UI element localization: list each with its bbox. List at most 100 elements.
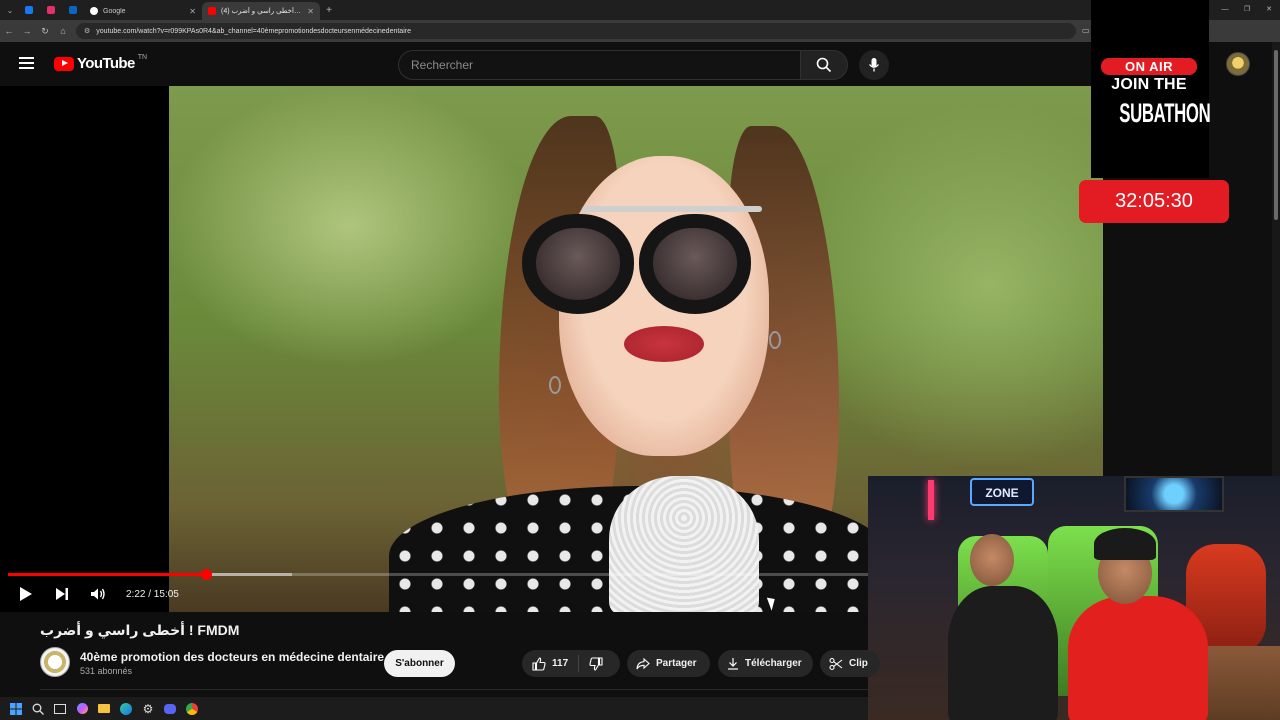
share-label: Partager (656, 658, 697, 669)
video-content (582, 206, 762, 212)
channel-avatar[interactable] (40, 647, 70, 677)
download-icon (728, 658, 738, 670)
tab-title: (4) أخطى راسي و أضرب ! FMDM - YouTube (221, 8, 302, 15)
tab-search-icon[interactable]: ⌄ (2, 2, 18, 18)
browser-tab-bar: ⌄ Google ✕ (4) أخطى راسي و أضرب ! FMDM -… (0, 0, 1280, 20)
windows-start-icon[interactable] (8, 701, 24, 717)
webcam-neon (928, 480, 934, 520)
video-content (522, 214, 634, 314)
video-content (624, 326, 704, 362)
progress-played (8, 573, 206, 576)
channel-name[interactable]: 40ème promotion des docteurs en médecine… (80, 650, 384, 664)
home-icon[interactable]: ⌂ (54, 26, 72, 36)
clip-button[interactable]: Clip (820, 650, 880, 677)
subscribe-button[interactable]: S'abonner (384, 650, 455, 677)
webcam-person (970, 534, 1014, 586)
restore-icon[interactable]: ❐ (1236, 0, 1258, 20)
webcam-sign: ZONE (970, 478, 1034, 506)
player-controls: 2:22 / 15:05 (0, 582, 179, 606)
logo-text: YouTube (77, 55, 135, 72)
settings-icon[interactable]: ⚙ (140, 701, 156, 717)
video-title: أخطى راسي و أضرب ! FMDM (40, 622, 240, 638)
scissors-icon (829, 657, 843, 670)
next-button[interactable] (44, 582, 80, 606)
menu-icon[interactable] (19, 57, 34, 69)
window-controls: — ❐ ✕ (1214, 0, 1280, 20)
download-label: Télécharger (745, 658, 802, 669)
voice-search-button[interactable] (859, 50, 889, 80)
volume-button[interactable] (80, 582, 116, 606)
url-field[interactable]: ⚙ youtube.com/watch?v=r099KPAs0R4&ab_cha… (76, 23, 1076, 39)
tab-title: Google (103, 7, 126, 15)
like-dislike-group: 117 (522, 650, 620, 677)
webcam-screen (1124, 476, 1224, 512)
pinned-tab-linkedin[interactable] (62, 0, 84, 20)
pinned-tab-facebook[interactable] (18, 0, 40, 20)
url-text: youtube.com/watch?v=r099KPAs0R4&ab_chann… (96, 27, 411, 35)
clip-label: Clip (849, 658, 868, 669)
volume-icon (91, 588, 105, 600)
skip-next-icon (56, 588, 68, 600)
download-button[interactable]: Télécharger (718, 650, 813, 677)
minimize-icon[interactable]: — (1214, 0, 1236, 20)
search-input[interactable] (398, 50, 800, 80)
thumbs-up-icon (532, 656, 546, 671)
youtube-logo[interactable]: YouTube TN (54, 54, 148, 72)
webcam-person (1068, 596, 1208, 720)
dislike-button[interactable] (579, 656, 603, 671)
search-icon (816, 57, 832, 73)
close-icon[interactable]: ✕ (189, 7, 196, 16)
reload-icon[interactable]: ↻ (36, 26, 54, 37)
webcam-person (1094, 528, 1156, 560)
like-button[interactable]: 117 (522, 655, 580, 672)
like-count: 117 (552, 658, 569, 669)
task-view-icon[interactable] (52, 701, 68, 717)
account-avatar[interactable] (1226, 52, 1250, 76)
close-window-icon[interactable]: ✕ (1258, 0, 1280, 20)
copilot-icon[interactable] (74, 701, 90, 717)
progress-scrubber[interactable] (200, 569, 212, 580)
thumbs-down-icon (589, 656, 603, 671)
youtube-icon (208, 7, 216, 15)
pinned-tab-instagram[interactable] (40, 0, 62, 20)
forward-icon[interactable]: → (18, 26, 36, 36)
webcam-person (948, 586, 1058, 720)
tab-youtube[interactable]: (4) أخطى راسي و أضرب ! FMDM - YouTube ✕ (202, 2, 320, 20)
logo-region: TN (137, 54, 148, 61)
address-bar: ← → ↻ ⌂ ⚙ youtube.com/watch?v=r099KPAs0R… (0, 20, 1280, 42)
progress-bar[interactable] (8, 569, 868, 580)
chrome-icon[interactable] (184, 701, 200, 717)
subscriber-count: 531 abonnés (80, 666, 133, 676)
cast-icon[interactable]: ▭ (1082, 26, 1090, 36)
divider (40, 689, 868, 690)
play-icon (20, 587, 32, 601)
join-text: JOIN THE (1111, 76, 1187, 93)
file-explorer-icon[interactable] (96, 701, 112, 717)
play-button[interactable] (8, 582, 44, 606)
tab-google[interactable]: Google ✕ (84, 2, 202, 20)
discord-icon[interactable] (162, 701, 178, 717)
video-content (769, 331, 781, 349)
subathon-text: SUBATHON (1119, 98, 1211, 128)
streamer-webcam: ZONE (868, 476, 1280, 720)
os-taskbar: ⚙ (0, 697, 868, 720)
time-display: 2:22 / 15:05 (126, 588, 179, 600)
microphone-icon (868, 58, 880, 72)
instagram-icon (47, 6, 55, 14)
scrollbar-thumb[interactable] (1274, 50, 1278, 220)
new-tab-button[interactable]: + (320, 5, 338, 16)
search-bar (398, 50, 848, 80)
share-button[interactable]: Partager (627, 650, 710, 677)
taskbar-search-icon[interactable] (30, 701, 46, 717)
close-icon[interactable]: ✕ (307, 7, 314, 16)
video-content (609, 476, 759, 612)
google-icon (90, 7, 98, 15)
subathon-timer: 32:05:30 (1079, 180, 1229, 223)
site-info-icon[interactable]: ⚙ (84, 27, 90, 35)
edge-icon[interactable] (118, 701, 134, 717)
youtube-header: YouTube TN (0, 42, 1280, 86)
share-icon (636, 657, 650, 669)
search-button[interactable] (800, 50, 848, 80)
video-content (639, 214, 751, 314)
back-icon[interactable]: ← (0, 26, 18, 36)
